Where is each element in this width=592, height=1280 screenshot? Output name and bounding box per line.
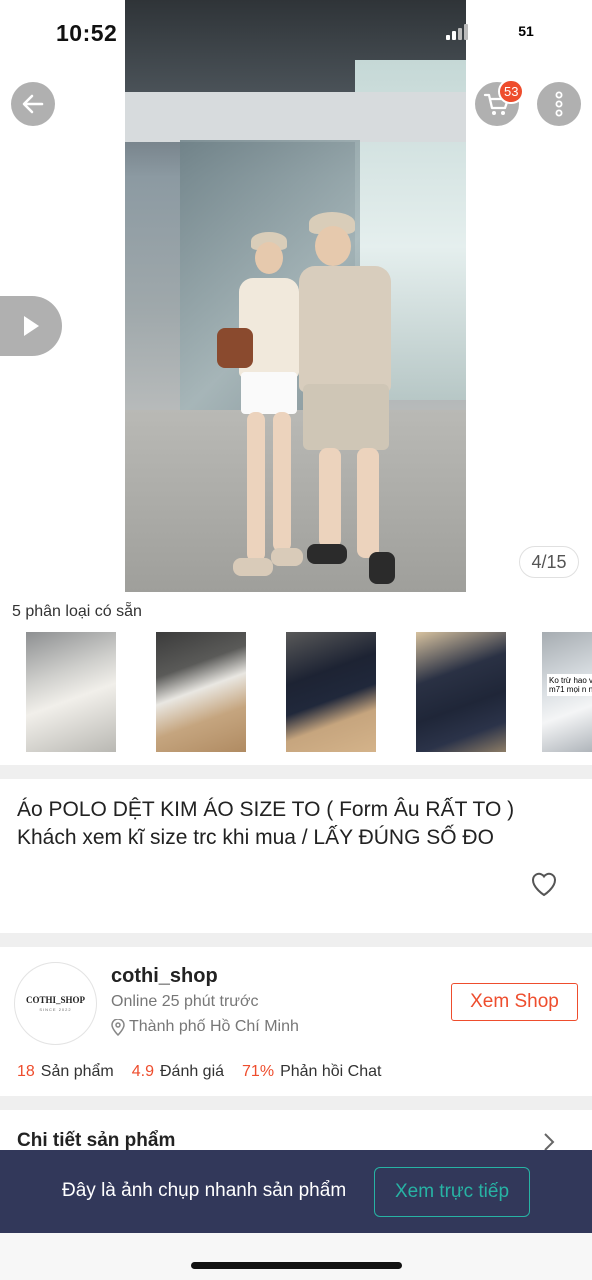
- location-pin-icon: [111, 1018, 125, 1036]
- variant-thumb-1[interactable]: [26, 632, 116, 752]
- divider: [0, 933, 592, 947]
- stat-rating: 4.9 Đánh giá: [131, 1063, 225, 1080]
- play-video-button[interactable]: [0, 296, 62, 356]
- more-options-button[interactable]: [537, 82, 581, 126]
- cart-count-badge: 53: [498, 79, 525, 104]
- product-title: Áo POLO DỆT KIM ÁO SIZE TO ( Form Âu RẤT…: [17, 798, 515, 849]
- product-gallery[interactable]: 53 4/15: [0, 0, 592, 597]
- image-counter: 4/15: [519, 546, 579, 578]
- divider: [0, 1096, 592, 1110]
- product-details-row[interactable]: Chi tiết sản phẩm: [17, 1130, 175, 1152]
- shop-logo-sub: SINCE 2022: [39, 1007, 72, 1012]
- shop-location-text: Thành phố Hồ Chí Minh: [129, 1018, 299, 1035]
- divider: [0, 765, 592, 779]
- back-arrow-icon: [22, 94, 44, 114]
- view-shop-button[interactable]: Xem Shop: [451, 983, 578, 1021]
- variant-thumbnails[interactable]: Ko trừ hao v dưới m71 mọi n nhau: [0, 632, 592, 753]
- shop-name[interactable]: cothi_shop: [111, 965, 218, 988]
- signal-icon: [446, 23, 468, 40]
- variant-thumb-3[interactable]: [286, 632, 376, 752]
- home-area: [0, 1233, 592, 1280]
- wifi-icon: [476, 23, 500, 41]
- shop-stats: 18 Sản phẩm 4.9 Đánh giá 71% Phản hồi Chat: [17, 1063, 399, 1081]
- heart-icon[interactable]: [528, 868, 560, 900]
- product-page: 53 4/15 10:52 51 5 phân loại có sẵn Ko t…: [0, 0, 592, 1280]
- status-time: 10:52: [56, 20, 118, 46]
- more-vertical-icon: [555, 91, 563, 117]
- chevron-right-icon[interactable]: [543, 1132, 555, 1152]
- variant-thumb-note: Ko trừ hao v dưới m71 mọi n nhau: [547, 674, 592, 696]
- snapshot-bar: Đây là ảnh chụp nhanh sản phẩm Xem trực …: [0, 1150, 592, 1233]
- view-live-button[interactable]: Xem trực tiếp: [374, 1167, 530, 1217]
- variants-label: 5 phân loại có sẵn: [12, 603, 142, 620]
- stat-chat-response: 71% Phản hồi Chat: [242, 1063, 382, 1080]
- status-bar: 10:52 51: [0, 0, 592, 62]
- shop-avatar[interactable]: COTHI_SHOP SINCE 2022: [14, 962, 97, 1045]
- status-icons: 51: [446, 22, 548, 41]
- snapshot-text: Đây là ảnh chụp nhanh sản phẩm: [62, 1180, 347, 1201]
- back-button[interactable]: [11, 82, 55, 126]
- variant-thumb-5[interactable]: Ko trừ hao v dưới m71 mọi n nhau: [542, 632, 592, 752]
- product-photo[interactable]: [125, 0, 466, 592]
- play-icon: [24, 316, 39, 336]
- battery-icon: 51: [508, 22, 548, 41]
- home-indicator[interactable]: [191, 1262, 402, 1269]
- shop-online-status: Online 25 phút trước: [111, 993, 259, 1010]
- stat-products: 18 Sản phẩm: [17, 1063, 114, 1080]
- variant-thumb-2[interactable]: [156, 632, 246, 752]
- shop-location: Thành phố Hồ Chí Minh: [111, 1018, 299, 1036]
- variant-thumb-4[interactable]: [416, 632, 506, 752]
- shop-logo-text: COTHI_SHOP: [25, 995, 85, 1005]
